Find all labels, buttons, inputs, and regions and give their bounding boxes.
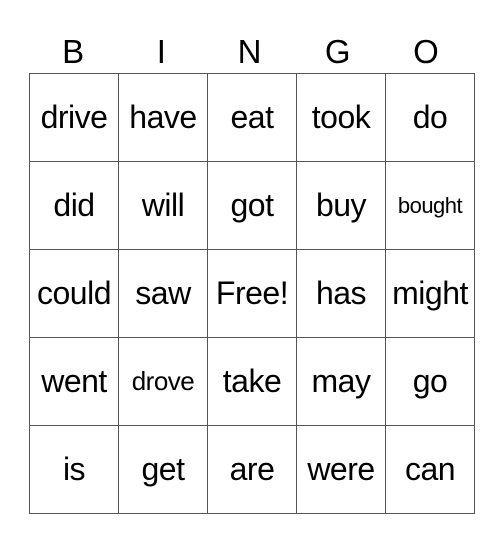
header-letter-o: O xyxy=(413,33,439,70)
bingo-cell[interactable]: drove xyxy=(118,337,208,426)
grid-row: is get are were can xyxy=(29,425,475,514)
bingo-cell[interactable]: is xyxy=(29,425,119,514)
bingo-cell[interactable]: have xyxy=(118,73,208,162)
header-letter-n: N xyxy=(237,33,262,70)
bingo-cell[interactable]: did xyxy=(29,161,119,250)
bingo-cell[interactable]: do xyxy=(385,73,475,162)
grid-row: could saw Free! has might xyxy=(29,249,475,338)
bingo-cell[interactable]: might xyxy=(385,249,475,338)
bingo-cell[interactable]: go xyxy=(385,337,475,426)
bingo-cell[interactable]: went xyxy=(29,337,119,426)
bingo-cell[interactable]: will xyxy=(118,161,208,250)
grid-row: did will got buy bought xyxy=(29,161,475,250)
header-letter-b: B xyxy=(62,33,85,70)
bingo-cell[interactable]: take xyxy=(207,337,297,426)
bingo-cell[interactable]: saw xyxy=(118,249,208,338)
bingo-cell[interactable]: were xyxy=(296,425,386,514)
bingo-cell[interactable]: could xyxy=(29,249,119,338)
bingo-cell[interactable]: can xyxy=(385,425,475,514)
bingo-cell[interactable]: eat xyxy=(207,73,297,162)
bingo-cell[interactable]: get xyxy=(118,425,208,514)
grid-row: drive have eat took do xyxy=(29,73,475,162)
grid-row: went drove take may go xyxy=(29,337,475,426)
bingo-cell[interactable]: buy xyxy=(296,161,386,250)
free-space-cell[interactable]: Free! xyxy=(207,249,297,338)
bingo-cell[interactable]: are xyxy=(207,425,297,514)
bingo-cell[interactable]: bought xyxy=(385,161,475,250)
bingo-cell[interactable]: took xyxy=(296,73,386,162)
bingo-cell[interactable]: has xyxy=(296,249,386,338)
bingo-cell[interactable]: got xyxy=(207,161,297,250)
bingo-grid: drive have eat took do did will got buy … xyxy=(29,73,475,514)
bingo-header: B I N G O xyxy=(29,30,470,74)
header-letter-g: G xyxy=(324,33,351,70)
header-letter-i: I xyxy=(156,33,166,70)
bingo-cell[interactable]: may xyxy=(296,337,386,426)
bingo-cell[interactable]: drive xyxy=(29,73,119,162)
